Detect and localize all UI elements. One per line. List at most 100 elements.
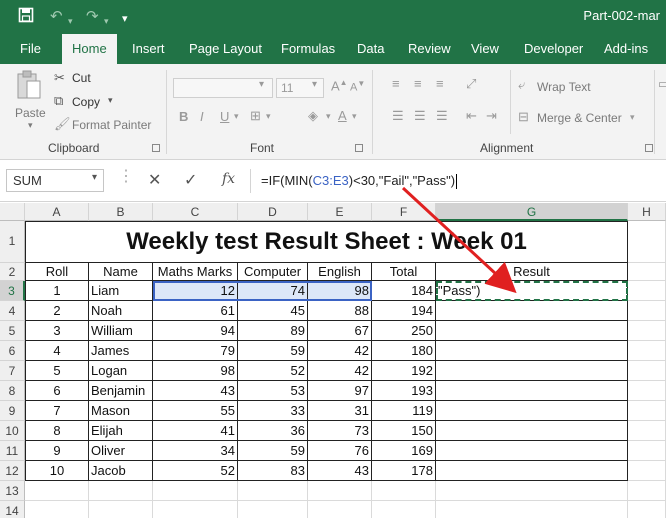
empty-cell[interactable] [372,481,436,501]
cell-roll[interactable]: 7 [25,401,89,421]
empty-cell[interactable] [628,301,666,321]
cell-roll[interactable]: 1 [25,281,89,301]
save-icon[interactable] [18,7,34,29]
format-painter-button[interactable]: Format Painter [72,118,151,132]
empty-cell[interactable] [628,341,666,361]
empty-cell[interactable] [25,501,89,518]
row-header-10[interactable]: 10 [0,421,25,441]
cell-maths[interactable]: 98 [153,361,238,381]
align-middle-icon[interactable]: ≡ [414,76,422,91]
cell-english[interactable]: 88 [308,301,372,321]
empty-cell[interactable] [308,501,372,518]
alignment-launcher-icon[interactable] [645,144,653,152]
cell-maths[interactable]: 61 [153,301,238,321]
clipboard-launcher-icon[interactable] [152,144,160,152]
cell-result[interactable] [436,441,628,461]
select-all-corner[interactable] [0,203,25,221]
copy-dropdown-icon[interactable]: ▾ [108,95,113,106]
cell-computer[interactable]: 89 [238,321,308,341]
cell-maths[interactable]: 79 [153,341,238,361]
cell-english[interactable]: 31 [308,401,372,421]
cancel-icon[interactable]: ✕ [148,170,161,190]
header-cell-maths-marks[interactable]: Maths Marks [153,263,238,281]
italic-button[interactable]: I [200,109,204,124]
fill-color-dropdown-icon[interactable]: ▾ [326,111,331,122]
name-box-dropdown-icon[interactable]: ▾ [92,172,97,183]
header-cell-result[interactable]: Result [436,263,628,281]
copy-button[interactable]: Copy [72,95,100,109]
tab-insert[interactable]: Insert [122,34,175,64]
cell-english[interactable]: 67 [308,321,372,341]
cell-name[interactable]: Benjamin [89,381,153,401]
cell-result[interactable] [436,401,628,421]
undo-dropdown-icon[interactable]: ▾ [68,11,73,31]
paste-dropdown-icon[interactable]: ▾ [28,120,33,131]
cell-roll[interactable]: 6 [25,381,89,401]
font-size-dropdown-icon[interactable]: ▾ [312,79,317,90]
row-header-14[interactable]: 14 [0,501,25,518]
cell-result[interactable] [436,341,628,361]
cell-roll[interactable]: 10 [25,461,89,481]
redo-dropdown-icon[interactable]: ▾ [104,11,109,31]
insert-function-button[interactable]: fx [222,171,235,187]
align-left-icon[interactable]: ☰ [392,108,404,124]
column-header-a[interactable]: A [25,203,89,221]
decrease-indent-icon[interactable]: ⇤ [466,108,477,124]
empty-cell[interactable] [628,441,666,461]
tab-file[interactable]: File [10,34,51,64]
cell-total[interactable]: 178 [372,461,436,481]
header-cell-name[interactable]: Name [89,263,153,281]
cell-english[interactable]: 97 [308,381,372,401]
underline-button[interactable]: U [220,109,229,124]
row-header-6[interactable]: 6 [0,341,25,361]
cell-maths[interactable]: 55 [153,401,238,421]
cell-total[interactable]: 250 [372,321,436,341]
row-header-11[interactable]: 11 [0,441,25,461]
merge-dropdown-icon[interactable]: ▾ [630,112,635,123]
cell-total[interactable]: 169 [372,441,436,461]
tab-page-layout[interactable]: Page Layout [179,34,272,64]
underline-dropdown-icon[interactable]: ▾ [234,111,239,122]
header-cell-english[interactable]: English [308,263,372,281]
cell-maths[interactable]: 43 [153,381,238,401]
row-header-3[interactable]: 3 [0,281,25,301]
tab-developer[interactable]: Developer [514,34,593,64]
empty-cell[interactable] [153,501,238,518]
empty-cell[interactable] [628,321,666,341]
cell-computer[interactable]: 59 [238,341,308,361]
cell-total[interactable]: 150 [372,421,436,441]
font-color-icon[interactable]: A [338,108,347,123]
empty-cell[interactable] [628,461,666,481]
paste-icon[interactable] [16,70,42,100]
empty-cell[interactable] [89,481,153,501]
column-header-c[interactable]: C [153,203,238,221]
column-header-f[interactable]: F [372,203,436,221]
header-cell-total[interactable]: Total [372,263,436,281]
empty-cell[interactable] [628,361,666,381]
row-header-5[interactable]: 5 [0,321,25,341]
empty-cell[interactable] [308,481,372,501]
empty-cell[interactable] [25,481,89,501]
cell-roll[interactable]: 5 [25,361,89,381]
tab-home[interactable]: Home [62,34,117,65]
cell-name[interactable]: Elijah [89,421,153,441]
tab-review[interactable]: Review [398,34,461,64]
cell-result[interactable] [436,361,628,381]
wrap-text-button[interactable]: Wrap Text [537,80,591,94]
cell-total[interactable]: 194 [372,301,436,321]
align-top-icon[interactable]: ≡ [392,76,400,91]
empty-cell[interactable] [628,263,666,281]
font-name-select[interactable] [173,78,273,98]
align-right-icon[interactable]: ☰ [436,108,448,124]
cell-name[interactable]: Mason [89,401,153,421]
decrease-font-icon[interactable]: A▼ [350,79,365,94]
cell-english[interactable]: 42 [308,341,372,361]
empty-cell[interactable] [628,281,666,301]
align-bottom-icon[interactable]: ≡ [436,76,444,91]
row-header-9[interactable]: 9 [0,401,25,421]
cell-maths[interactable]: 34 [153,441,238,461]
increase-indent-icon[interactable]: ⇥ [486,108,497,124]
row-header-13[interactable]: 13 [0,481,25,501]
empty-cell[interactable] [89,501,153,518]
cell-computer[interactable]: 59 [238,441,308,461]
